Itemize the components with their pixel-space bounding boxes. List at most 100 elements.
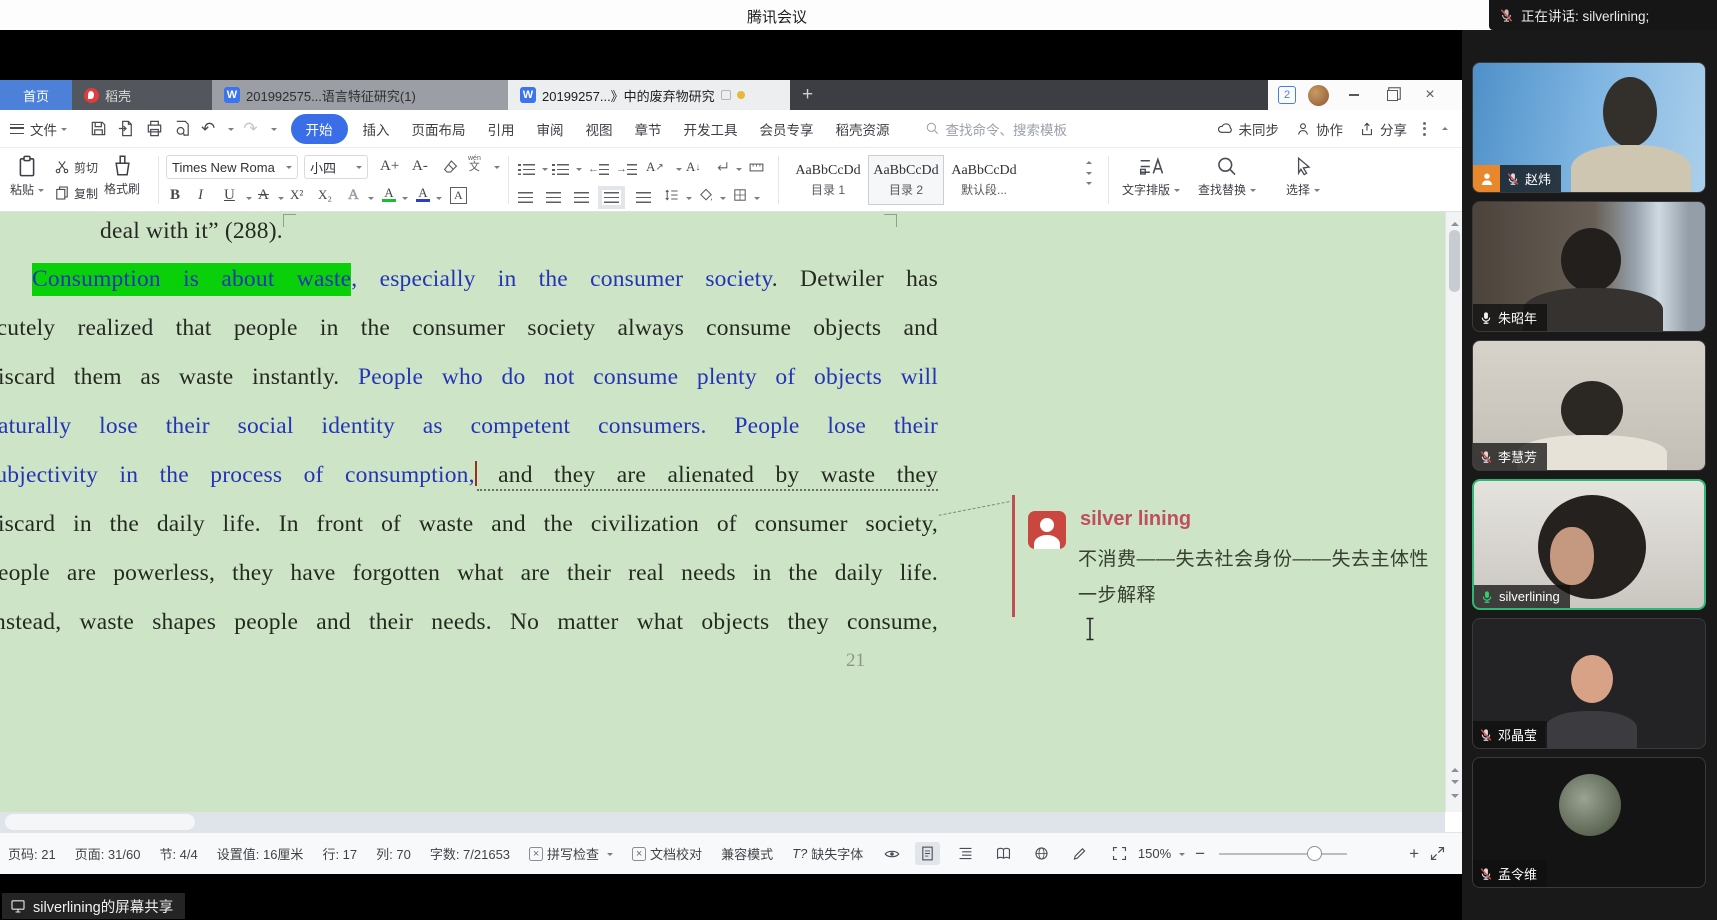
- increase-indent-button[interactable]: →: [616, 158, 637, 180]
- paste-button[interactable]: 粘贴: [10, 154, 44, 198]
- tab-document-1[interactable]: W 201992575...语言特征研究(1): [212, 80, 508, 110]
- highlight-color-button[interactable]: A: [382, 182, 396, 204]
- align-distribute-button[interactable]: [636, 186, 651, 208]
- collaborate-button[interactable]: 协作: [1295, 119, 1343, 139]
- menu-page-layout[interactable]: 页面布局: [401, 115, 477, 143]
- format-painter-button[interactable]: 格式刷: [104, 154, 140, 197]
- print-preview-icon[interactable]: [173, 119, 192, 138]
- print-icon[interactable]: [145, 119, 164, 138]
- command-search[interactable]: 查找命令、搜索模板: [925, 119, 1068, 139]
- undo-dropdown-icon[interactable]: [228, 128, 234, 134]
- fit-page-icon[interactable]: [1111, 845, 1128, 862]
- select-button[interactable]: 选择: [1286, 155, 1320, 198]
- restore-button[interactable]: [1379, 85, 1405, 105]
- align-right-button[interactable]: [574, 186, 589, 208]
- typography-button[interactable]: 文字排版: [1122, 155, 1180, 198]
- new-tab-button[interactable]: +: [790, 80, 825, 110]
- participant-tile[interactable]: 赵炜: [1472, 62, 1706, 193]
- bullets-dropdown-icon[interactable]: [542, 168, 548, 174]
- italic-button[interactable]: I: [198, 184, 203, 206]
- account-avatar[interactable]: [1308, 85, 1329, 106]
- vertical-scrollbar-thumb[interactable]: [1449, 230, 1460, 292]
- menu-review[interactable]: 审阅: [526, 115, 575, 143]
- line-spacing-dropdown-icon[interactable]: [686, 197, 692, 203]
- find-replace-button[interactable]: 查找替换: [1198, 155, 1256, 198]
- copy-button[interactable]: 复制: [54, 182, 98, 204]
- menu-insert[interactable]: 插入: [352, 115, 401, 143]
- eye-protection-icon[interactable]: [882, 845, 902, 863]
- save-icon[interactable]: [89, 119, 108, 138]
- style-default-paragraph[interactable]: AaBbCcDd 默认段...: [946, 155, 1022, 205]
- font-name-select[interactable]: Times New Roma: [166, 155, 298, 179]
- menu-home[interactable]: 开始: [291, 114, 348, 144]
- styles-gallery-scroll[interactable]: [1086, 158, 1092, 188]
- qat-dropdown-icon[interactable]: [271, 128, 277, 134]
- borders-button[interactable]: [732, 184, 748, 206]
- font-scale-icon[interactable]: A↗: [646, 156, 664, 178]
- align-left-button[interactable]: [518, 186, 533, 208]
- menu-dev-tools[interactable]: 开发工具: [673, 115, 749, 143]
- menu-view[interactable]: 视图: [575, 115, 624, 143]
- spellcheck-toggle[interactable]: ×拼写检查: [529, 844, 613, 863]
- sync-status[interactable]: 未同步: [1217, 119, 1280, 139]
- bold-button[interactable]: B: [170, 184, 180, 206]
- shading-dropdown-icon[interactable]: [720, 197, 726, 203]
- participant-tile[interactable]: silverlining: [1472, 479, 1706, 610]
- undo-icon[interactable]: ↶: [201, 119, 215, 139]
- outline-view-icon[interactable]: [953, 842, 978, 865]
- tab-document-2-active[interactable]: W 20199257...》中的废弃物研究: [508, 80, 790, 110]
- share-button[interactable]: 分享: [1359, 119, 1407, 139]
- menu-docer-resources[interactable]: 稻壳资源: [825, 115, 901, 143]
- menu-member[interactable]: 会员专享: [749, 115, 825, 143]
- text-effect-dropdown-icon[interactable]: [368, 197, 374, 203]
- character-border-button[interactable]: A: [450, 184, 467, 206]
- align-center-button[interactable]: [546, 186, 561, 208]
- horizontal-scrollbar[interactable]: [0, 812, 1445, 832]
- subscript-button[interactable]: X₂: [318, 184, 332, 206]
- ink-pen-icon[interactable]: [1067, 842, 1092, 865]
- collapse-ribbon-icon[interactable]: [1442, 124, 1448, 130]
- proofread-toggle[interactable]: ×文档校对: [632, 844, 702, 863]
- clear-format-button[interactable]: [442, 155, 459, 177]
- tab-pin-icon[interactable]: [721, 90, 731, 100]
- vertical-scrollbar[interactable]: [1445, 212, 1462, 812]
- grow-font-button[interactable]: A+: [380, 155, 399, 177]
- fullscreen-icon[interactable]: [1429, 845, 1446, 862]
- font-color-button[interactable]: A: [416, 182, 430, 204]
- line-spacing-button[interactable]: [664, 184, 680, 206]
- text-effect-button[interactable]: A: [348, 184, 359, 206]
- menu-section[interactable]: 章节: [624, 115, 673, 143]
- tab-docer[interactable]: 稻壳: [72, 80, 212, 110]
- missing-font-button[interactable]: T?缺失字体: [792, 844, 863, 863]
- participant-tile[interactable]: 邓晶莹: [1472, 618, 1706, 749]
- style-toc2-selected[interactable]: AaBbCcDd 目录 2: [868, 155, 944, 205]
- close-button[interactable]: ×: [1417, 85, 1443, 105]
- strikethrough-button[interactable]: A: [258, 184, 269, 206]
- pinyin-guide-button[interactable]: wén 文: [468, 153, 481, 175]
- participant-tile[interactable]: 李慧芳: [1472, 340, 1706, 471]
- borders-dropdown-icon[interactable]: [754, 197, 760, 203]
- strikethrough-dropdown-icon[interactable]: [278, 197, 284, 203]
- superscript-button[interactable]: X²: [290, 184, 303, 206]
- text-direction-button[interactable]: A↓: [686, 156, 700, 178]
- window-count-badge[interactable]: 2: [1278, 86, 1296, 104]
- decrease-indent-button[interactable]: ←: [588, 158, 609, 180]
- menu-references[interactable]: 引用: [477, 115, 526, 143]
- paragraph-dropdown-icon[interactable]: [736, 168, 742, 174]
- numbering-dropdown-icon[interactable]: [576, 168, 582, 174]
- style-toc1[interactable]: AaBbCcDd 目录 1: [790, 155, 866, 205]
- document-canvas[interactable]: deal with it” (288).Consumption is about…: [0, 212, 1445, 812]
- font-scale-dropdown-icon[interactable]: [676, 168, 682, 174]
- paragraph-layout-icon[interactable]: [748, 156, 765, 178]
- paragraph-mark-button[interactable]: [714, 156, 730, 178]
- redo-icon[interactable]: ↷: [243, 119, 257, 139]
- highlight-dropdown-icon[interactable]: [402, 197, 408, 203]
- participant-tile[interactable]: 朱昭年: [1472, 201, 1706, 332]
- web-view-icon[interactable]: [1029, 842, 1054, 865]
- file-menu[interactable]: 文件: [30, 119, 57, 139]
- numbering-button[interactable]: [552, 158, 569, 180]
- read-view-icon[interactable]: [991, 842, 1016, 865]
- tab-home[interactable]: 首页: [0, 80, 72, 110]
- tab-pin-icon[interactable]: [422, 90, 432, 100]
- compat-mode-label[interactable]: 兼容模式: [721, 844, 773, 863]
